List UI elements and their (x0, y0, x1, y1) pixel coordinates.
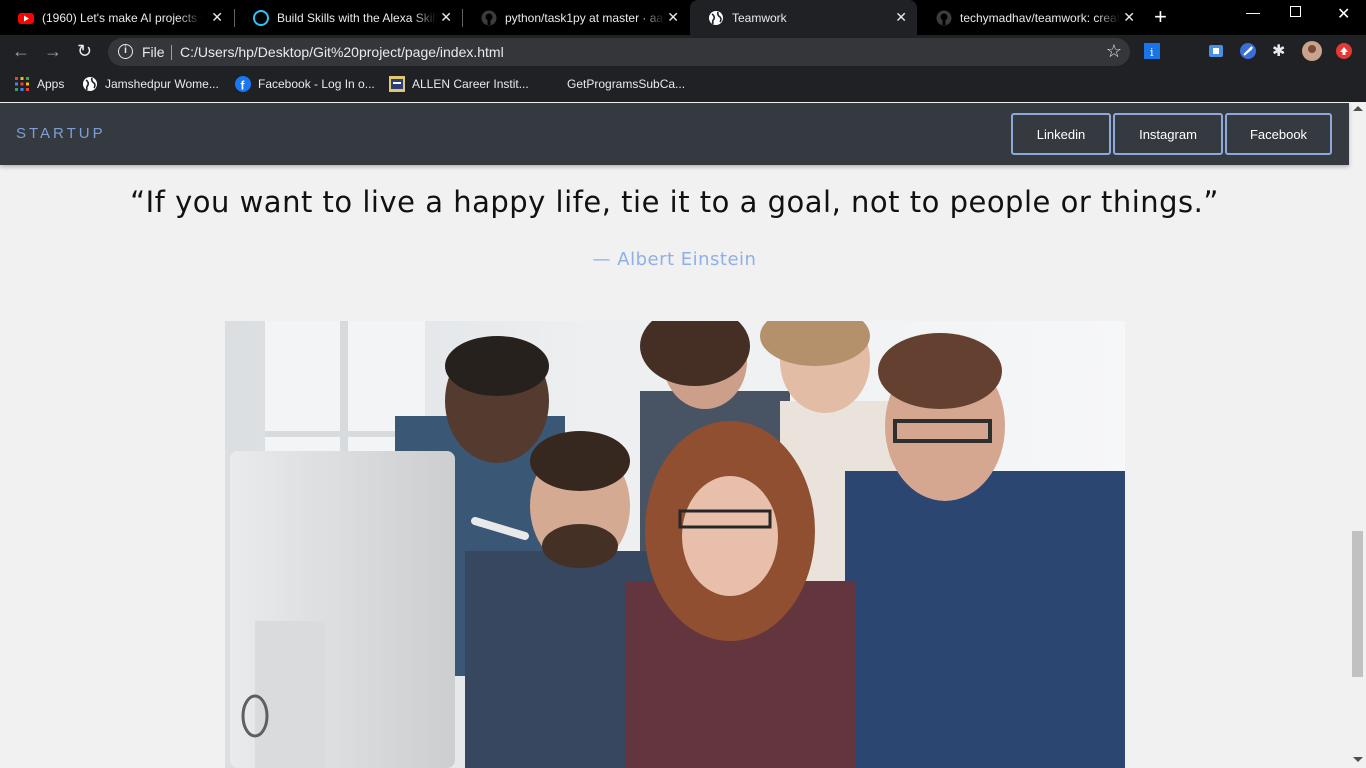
linkedin-button[interactable]: Linkedin (1011, 113, 1111, 155)
close-icon[interactable]: ✕ (667, 9, 679, 25)
site-brand[interactable]: STARTUP (16, 125, 106, 142)
scrollbar-thumb[interactable] (1352, 531, 1363, 677)
alexa-icon (253, 9, 269, 26)
bookmark-apps[interactable]: Apps (14, 76, 64, 92)
globe-icon (83, 77, 97, 91)
scroll-down-arrow-icon[interactable] (1353, 757, 1363, 762)
apps-grid-icon (15, 77, 29, 91)
url-text[interactable]: C:/Users/hp/Desktop/Git%20project/page/i… (180, 44, 504, 60)
tab-strip: (1960) Let's make AI projects with ✕ Bui… (0, 0, 1366, 35)
update-icon[interactable] (1336, 43, 1352, 59)
close-icon[interactable]: ✕ (895, 9, 907, 25)
scroll-up-arrow-icon[interactable] (1353, 106, 1363, 111)
tab-title: Build Skills with the Alexa Skills Kit (277, 10, 437, 25)
bookmark-getprograms[interactable]: GetProgramsSubCa... (544, 76, 685, 92)
browser-toolbar: ← → ↻ i File C:/Users/hp/Desktop/Git%20p… (0, 35, 1366, 68)
close-icon[interactable]: ✕ (440, 9, 452, 25)
quote-author: — Albert Einstein (592, 249, 757, 270)
page-scrollbar[interactable] (1349, 103, 1366, 768)
bookmark-label: Jamshedpur Wome... (105, 77, 219, 91)
bookmark-label: Facebook - Log In o... (258, 77, 375, 91)
github-icon (936, 10, 952, 25)
address-bar[interactable]: i File C:/Users/hp/Desktop/Git%20project… (108, 38, 1130, 66)
close-icon[interactable]: ✕ (211, 9, 223, 25)
facebook-button[interactable]: Facebook (1225, 113, 1332, 155)
page-viewport: STARTUP Linkedin Instagram Facebook “If … (0, 103, 1366, 768)
bookmark-jamshedpur[interactable]: Jamshedpur Wome... (82, 76, 219, 92)
bookmark-star-icon[interactable]: ☆ (1106, 41, 1122, 62)
team-photo (225, 321, 1125, 768)
minimize-icon[interactable]: — (1246, 4, 1260, 20)
allen-icon (389, 76, 405, 92)
extension-translate-icon[interactable] (1208, 43, 1224, 59)
youtube-icon (18, 12, 34, 24)
instagram-button[interactable]: Instagram (1113, 113, 1223, 155)
extension-info-icon[interactable]: i (1144, 43, 1160, 59)
extensions-puzzle-icon[interactable]: ✱ (1272, 41, 1288, 60)
extension-rocket-icon[interactable] (1240, 43, 1256, 59)
bookmarks-bar: Apps Jamshedpur Wome... f Facebook - Log… (0, 68, 1366, 102)
profile-avatar[interactable] (1302, 41, 1322, 61)
quote-text: “If you want to live a happy life, tie i… (130, 185, 1219, 219)
tab-teamwork[interactable]: Teamwork ✕ (690, 0, 917, 35)
bookmark-facebook[interactable]: f Facebook - Log In o... (235, 76, 375, 92)
tab-github-python[interactable]: python/task1py at master · aadi ✕ (463, 0, 689, 35)
bookmark-label: ALLEN Career Instit... (412, 77, 529, 91)
tab-title: techymadhav/teamwork: create (960, 10, 1120, 25)
back-icon[interactable]: ← (12, 41, 30, 61)
info-icon[interactable]: i (118, 44, 133, 59)
scheme-label: File (142, 44, 165, 60)
github-icon (481, 10, 497, 25)
restore-icon[interactable] (1290, 6, 1301, 17)
tab-youtube[interactable]: (1960) Let's make AI projects with ✕ (0, 0, 233, 35)
forward-icon[interactable]: → (44, 41, 62, 61)
omnibox-divider (171, 45, 172, 60)
facebook-icon: f (235, 76, 251, 92)
new-tab-button[interactable]: + (1154, 6, 1167, 28)
tab-alexa[interactable]: Build Skills with the Alexa Skills Kit ✕ (235, 0, 462, 35)
site-navbar: STARTUP Linkedin Instagram Facebook (0, 103, 1349, 165)
svg-text:i: i (1150, 46, 1154, 59)
tab-title: python/task1py at master · aadi (505, 10, 665, 25)
bookmark-label: Apps (37, 77, 65, 91)
globe-icon (709, 10, 723, 25)
tab-title: (1960) Let's make AI projects with (42, 10, 202, 25)
window-close-icon[interactable]: ✕ (1337, 4, 1350, 24)
reload-icon[interactable]: ↻ (77, 41, 92, 61)
tab-title: Teamwork (732, 10, 787, 25)
close-icon[interactable]: ✕ (1123, 9, 1135, 25)
bookmark-label: GetProgramsSubCa... (567, 77, 686, 91)
bookmark-allen[interactable]: ALLEN Career Instit... (389, 76, 529, 92)
tab-github-teamwork[interactable]: techymadhav/teamwork: create ✕ (918, 0, 1145, 35)
blank-icon (544, 76, 560, 92)
